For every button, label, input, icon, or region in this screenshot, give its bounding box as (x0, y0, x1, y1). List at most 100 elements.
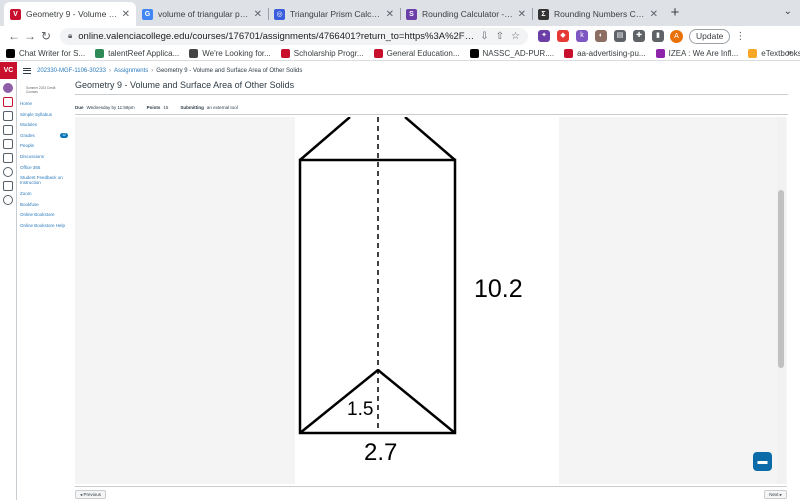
course-nav-office-365[interactable]: Office 365 (20, 165, 68, 170)
course-nav-people[interactable]: People (20, 143, 68, 148)
course-nav-online-bookstore-help[interactable]: Online Bookstore Help (20, 223, 68, 228)
studio-icon[interactable] (3, 181, 13, 191)
course-nav-simple-syllabus[interactable]: Simple Syllabus (20, 112, 68, 117)
browser-tab[interactable]: S Rounding Calculator - Free On ✕ (400, 2, 532, 26)
hamburger-menu-icon[interactable] (23, 66, 31, 75)
google-favicon-icon: G (142, 8, 153, 20)
bookmark-item[interactable]: General Education... (373, 48, 460, 58)
course-nav-discussions[interactable]: Discussions (20, 154, 68, 159)
admin-icon[interactable] (3, 97, 13, 107)
account-icon[interactable] (3, 83, 13, 93)
next-button[interactable]: Next ▸ (764, 490, 787, 499)
extension-icon[interactable]: ◐ (595, 30, 607, 42)
share-icon[interactable]: ⇧ (496, 31, 504, 42)
course-nav-label: Grades (20, 132, 35, 138)
breadcrumb-separator: › (108, 67, 111, 74)
bookmark-item[interactable]: IZEA : We Are Infl... (655, 48, 739, 58)
install-app-icon[interactable]: ⇩ (480, 31, 488, 42)
address-url[interactable]: online.valenciacollege.edu/courses/17670… (78, 31, 480, 42)
omni-calculator-favicon-icon: ◎ (274, 8, 285, 20)
reload-icon[interactable]: ↻ (38, 29, 54, 43)
previous-button[interactable]: ◂ Previous (75, 490, 107, 499)
bookmark-favicon-icon (564, 48, 574, 58)
lock-icon[interactable]: 🔒︎ (68, 31, 72, 41)
extension-icon[interactable]: ◆ (557, 30, 569, 42)
profile-avatar[interactable]: A (670, 29, 683, 43)
tab-search-chevron-icon[interactable]: ⌄ (784, 6, 792, 17)
bookmarks-bar: Chat Writer for S... talentReef Applica..… (0, 46, 800, 61)
bookmark-label: aa-advertising-pu... (577, 48, 646, 58)
update-button[interactable]: Update (689, 28, 731, 44)
global-navigation: VC (0, 62, 17, 500)
page-title: Geometry 9 - Volume and Surface Area of … (75, 80, 295, 90)
extension-icon[interactable]: ▤ (614, 30, 626, 42)
canvas-favicon-icon: V (10, 8, 21, 20)
dashboard-icon[interactable] (3, 111, 13, 121)
course-nav-zoom[interactable]: Zoom (20, 191, 68, 196)
bookmark-star-icon[interactable]: ☆ (511, 31, 520, 42)
close-tab-icon[interactable]: ✕ (518, 9, 526, 20)
browser-tab[interactable]: Σ Rounding Numbers Calculator ✕ (532, 2, 664, 26)
puzzle-extensions-icon[interactable]: ✚ (633, 30, 645, 42)
scrollbar-thumb[interactable] (778, 190, 784, 368)
browser-tab[interactable]: V Geometry 9 - Volume and Surfa ✕ (4, 2, 136, 26)
calendar-icon[interactable] (3, 139, 13, 149)
course-navigation: Summer 2023 Credit Courses Home Simple Sy… (20, 86, 68, 233)
browser-tab[interactable]: Gvolume of triangular prism calc ✕ (136, 2, 268, 26)
chat-help-button[interactable]: ▬ (753, 452, 772, 471)
bookmark-item[interactable]: aa-advertising-pu... (564, 48, 646, 58)
bookmark-favicon-icon (280, 48, 290, 58)
frame-scrollbar[interactable] (777, 117, 785, 484)
top-triangle-left-edge (299, 117, 351, 161)
bookmark-favicon-icon (95, 48, 105, 58)
new-tab-button[interactable]: + (664, 2, 686, 26)
prism-height-label: 10.2 (474, 275, 523, 303)
base-triangle-right-edge (377, 369, 456, 434)
course-nav-bookfuse[interactable]: Bookfuse (20, 202, 68, 207)
breadcrumb-course[interactable]: 202330-MGF-1106-30233 (37, 68, 106, 74)
bookmark-favicon-icon (469, 48, 479, 58)
grades-badge: 12 (60, 132, 68, 138)
tab-title: Geometry 9 - Volume and Surfa (26, 9, 118, 19)
course-nav-online-bookstore[interactable]: Online Bookstore (20, 212, 68, 217)
close-tab-icon[interactable]: ✕ (386, 9, 394, 20)
extension-icon[interactable]: ✦ (538, 30, 550, 42)
bookmark-label: NASSC_AD-PUR.... (482, 48, 555, 58)
help-icon[interactable] (3, 195, 13, 205)
close-tab-icon[interactable]: ✕ (254, 9, 262, 20)
extension-icon[interactable]: k (576, 30, 588, 42)
bookmark-item[interactable]: eTextbooks | Rent... (748, 48, 800, 58)
breadcrumb-assignments[interactable]: Assignments (114, 68, 148, 74)
forward-arrow-icon[interactable]: → (22, 29, 38, 43)
course-nav-home[interactable]: Home (20, 101, 68, 106)
module-sequence-footer: ◂ Previous Next ▸ (75, 486, 787, 500)
close-tab-icon[interactable]: ✕ (650, 9, 658, 20)
course-nav-links: Home Simple Syllabus Modules Grades 12 People… (20, 101, 68, 228)
bookmark-item[interactable]: Scholarship Progr... (280, 48, 364, 58)
bookmark-label: IZEA : We Are Infl... (668, 48, 739, 58)
back-arrow-icon[interactable]: ← (6, 29, 22, 43)
close-tab-icon[interactable]: ✕ (122, 9, 130, 20)
address-bar[interactable]: 🔒︎ online.valenciacollege.edu/courses/17… (60, 27, 528, 45)
bookmark-item[interactable]: We're Looking for... (189, 48, 271, 58)
external-tool-frame[interactable]: 10.2 1.5 2.7 (75, 117, 787, 484)
top-triangle-right-edge (404, 117, 456, 161)
tab-title: Rounding Numbers Calculator (554, 9, 646, 19)
history-icon[interactable] (3, 167, 13, 177)
bookmark-item[interactable]: Chat Writer for S... (6, 48, 85, 58)
courses-icon[interactable] (3, 125, 13, 135)
bookmark-item[interactable]: talentReef Applica... (95, 48, 180, 58)
course-nav-student-feedback-on-instruction[interactable]: Student Feedback on Instruction (20, 175, 68, 185)
points-label: Points (146, 105, 161, 110)
course-nav-modules[interactable]: Modules (20, 122, 68, 127)
bookmark-item[interactable]: NASSC_AD-PUR.... (469, 48, 555, 58)
bookmark-label: talentReef Applica... (108, 48, 180, 58)
browser-tab[interactable]: ◎ Triangular Prism Calculator ✕ (268, 2, 400, 26)
side-panel-icon[interactable]: ▮ (652, 30, 664, 42)
valencia-logo[interactable]: VC (0, 62, 17, 79)
inbox-icon[interactable] (3, 153, 13, 163)
more-menu-icon[interactable]: ⋮ (735, 31, 745, 42)
browser-tab-strip: VGeometry 9 - Volume and Surfa✕Gvolume o… (0, 0, 800, 26)
more-bookmarks-icon[interactable]: » (787, 47, 792, 57)
course-nav-grades[interactable]: Grades 12 (20, 132, 68, 138)
